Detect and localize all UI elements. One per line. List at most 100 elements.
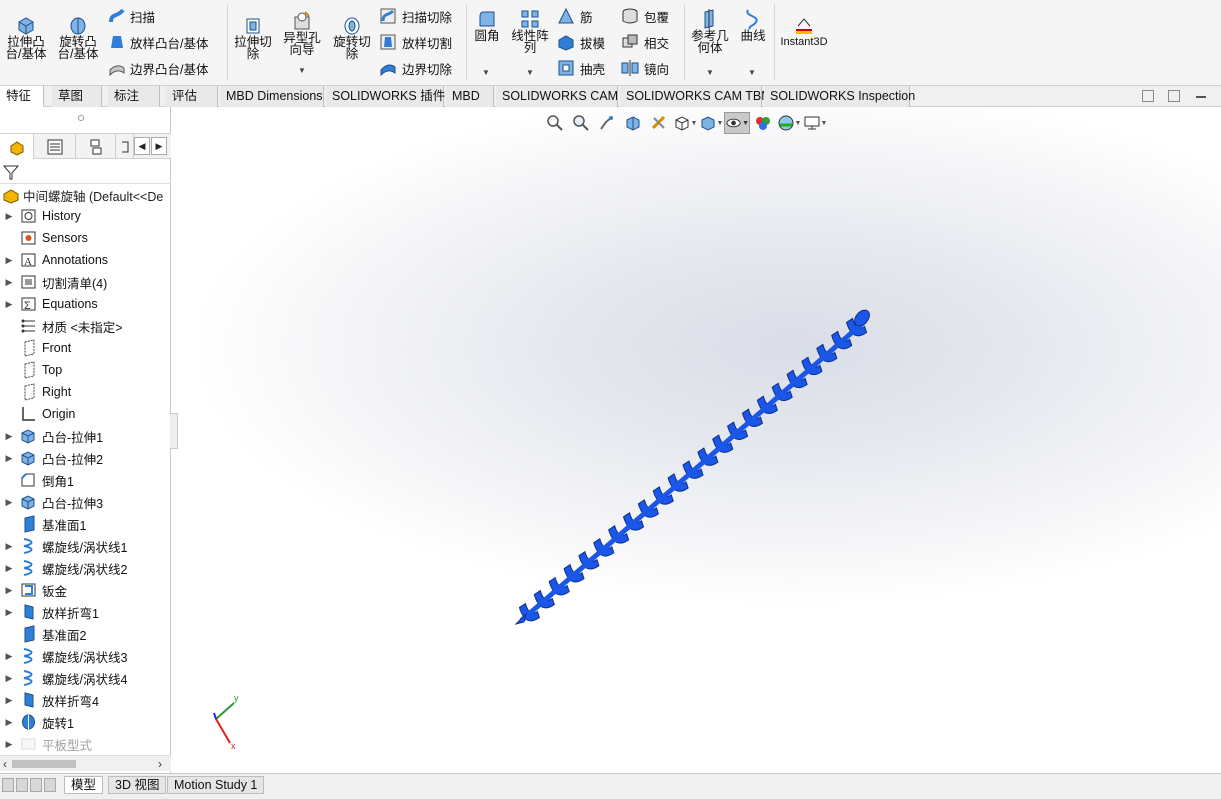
graphics-area[interactable]: ▼ ▼ ▼ ▼ ▼ y x [170,107,1221,773]
tab-mbd-dimensions[interactable]: MBD Dimensions [220,86,324,107]
dynamic-annotation-button[interactable] [646,112,672,134]
tab-feature-manager[interactable] [0,134,34,159]
hole-wizard-button[interactable]: 异型孔 向导 ▼ [280,10,324,75]
bottom-nav-buttons[interactable] [2,778,58,792]
tab-property-manager[interactable] [34,134,76,159]
expand-arrow-icon[interactable]: ▶ [0,717,18,728]
tab-solidworks-inspection[interactable]: SOLIDWORKS Inspection [764,86,915,107]
expand-arrow-icon[interactable]: ▶ [0,695,18,706]
wrap-button[interactable]: 包覆 [620,5,669,27]
tab-more[interactable] [116,134,134,159]
linear-pattern-dropdown-icon[interactable]: ▼ [526,68,534,77]
tree-item-7[interactable]: Front [0,337,171,359]
revolve-boss-button[interactable]: 旋转凸 台/基体 [56,14,100,60]
scroll-left-icon[interactable]: ‹ [3,757,7,771]
tab-model[interactable]: 模型 [64,776,104,794]
previous-view-button[interactable] [594,112,620,134]
edit-appearance-button[interactable] [750,112,776,134]
tree-item-10[interactable]: Origin [0,403,171,425]
reference-geometry-button[interactable]: 参考几 何体 ▼ [688,8,732,77]
zoom-to-area-button[interactable] [568,112,594,134]
tree-item-11[interactable]: ▶ 凸台-拉伸1 [0,425,171,447]
swept-cut-button[interactable]: 扫描切除 [378,5,452,27]
tab-3d-views[interactable]: 3D 视图 [108,776,167,794]
panel-collapse-handle[interactable] [170,413,178,449]
tabs-scroll-left-icon[interactable]: ◀ [134,137,150,155]
tree-item-22[interactable]: ▶ 螺旋线/涡状线4 [0,667,171,689]
tab-mbd[interactable]: MBD [446,86,494,107]
shell-button[interactable]: 抽壳 [556,57,605,79]
expand-arrow-icon[interactable]: ▶ [0,563,18,574]
tree-item-23[interactable]: ▶ 放样折弯4 [0,689,171,711]
tree-item-2[interactable]: Sensors [0,227,171,249]
tree-item-16[interactable]: ▶ 螺旋线/涡状线1 [0,535,171,557]
reference-geometry-dropdown-icon[interactable]: ▼ [706,68,714,77]
expand-arrow-icon[interactable]: ▶ [0,431,18,442]
tab-sketch[interactable]: 草图 [52,86,102,107]
tree-root[interactable]: 中间螺旋轴 (Default<<De [0,185,171,205]
sweep-button[interactable]: 扫描 [108,5,155,27]
expand-arrow-icon[interactable]: ▶ [0,651,18,662]
tab-solidworks-addins[interactable]: SOLIDWORKS 插件 [326,86,445,107]
next-tab-icon[interactable] [30,778,42,792]
expand-arrow-icon[interactable]: ▶ [0,211,18,222]
tab-solidworks-cam[interactable]: SOLIDWORKS CAM [496,86,618,107]
curves-dropdown-icon[interactable]: ▼ [748,68,756,77]
expand-arrow-icon[interactable]: ▶ [0,585,18,596]
expand-arrow-icon[interactable]: ▶ [0,255,18,266]
zoom-to-fit-button[interactable] [542,112,568,134]
tree-item-8[interactable]: Top [0,359,171,381]
tree-item-3[interactable]: ▶ A Annotations [0,249,171,271]
tree-item-15[interactable]: 基准面1 [0,513,171,535]
tree-item-24[interactable]: ▶ 旋转1 [0,711,171,733]
tab-markup[interactable]: 标注 [108,86,160,107]
expand-arrow-icon[interactable]: ▶ [0,497,18,508]
tab-configuration-manager[interactable] [76,134,116,159]
tab-solidworks-cam-tbm[interactable]: SOLIDWORKS CAM TBM [620,86,772,107]
tree-item-20[interactable]: 基准面2 [0,623,171,645]
panel-grip-icon[interactable] [78,115,84,121]
last-tab-icon[interactable] [44,778,56,792]
section-view-button[interactable] [620,112,646,134]
mirror-button[interactable]: 镜向 [620,57,669,79]
draft-button[interactable]: 拔模 [556,31,605,53]
tab-evaluate[interactable]: 评估 [166,86,218,107]
tree-item-17[interactable]: ▶ 螺旋线/涡状线2 [0,557,171,579]
tabs-scroll-right-icon[interactable]: ▶ [151,137,167,155]
tree-item-25[interactable]: ▶ 平板型式 [0,733,171,755]
tree-item-19[interactable]: ▶ 放样折弯1 [0,601,171,623]
rib-button[interactable]: 筋 [556,5,593,27]
tile-left-icon[interactable] [1142,90,1154,102]
expand-arrow-icon[interactable]: ▶ [0,277,18,288]
view-orientation-button[interactable]: ▼ [672,112,698,134]
expand-arrow-icon[interactable]: ▶ [0,299,18,310]
hide-show-items-button[interactable]: ▼ [724,112,750,134]
minimize-icon[interactable] [1196,96,1206,98]
fillet-button[interactable]: 圆角 ▼ [470,8,504,77]
expand-arrow-icon[interactable]: ▶ [0,739,18,750]
tree-item-12[interactable]: ▶ 凸台-拉伸2 [0,447,171,469]
tree-item-21[interactable]: ▶ 螺旋线/涡状线3 [0,645,171,667]
tree-item-9[interactable]: Right [0,381,171,403]
expand-arrow-icon[interactable]: ▶ [0,453,18,464]
lofted-cut-button[interactable]: 放样切割 [378,31,452,53]
tree-item-1[interactable]: ▶ History [0,205,171,227]
expand-arrow-icon[interactable]: ▶ [0,673,18,684]
boundary-cut-button[interactable]: 边界切除 [378,57,452,79]
tree-horizontal-scrollbar[interactable]: ‹ › [0,755,171,771]
fillet-dropdown-icon[interactable]: ▼ [482,68,490,77]
extrude-cut-button[interactable]: 拉伸切 除 [232,14,274,60]
screw-shaft-model[interactable] [512,302,882,632]
filter-icon[interactable] [2,163,20,181]
tree-item-14[interactable]: ▶ 凸台-拉伸3 [0,491,171,513]
scroll-right-icon[interactable]: › [158,757,162,771]
intersect-button[interactable]: 相交 [620,31,669,53]
view-settings-button[interactable]: ▼ [802,112,828,134]
tab-motion-study-1[interactable]: Motion Study 1 [167,776,265,794]
apply-scene-button[interactable]: ▼ [776,112,802,134]
tab-features[interactable]: 特征 [0,86,44,107]
tile-right-icon[interactable] [1168,90,1180,102]
hole-wizard-dropdown-icon[interactable]: ▼ [298,66,306,75]
extrude-boss-button[interactable]: 拉伸凸 台/基体 [4,14,48,60]
expand-arrow-icon[interactable]: ▶ [0,607,18,618]
